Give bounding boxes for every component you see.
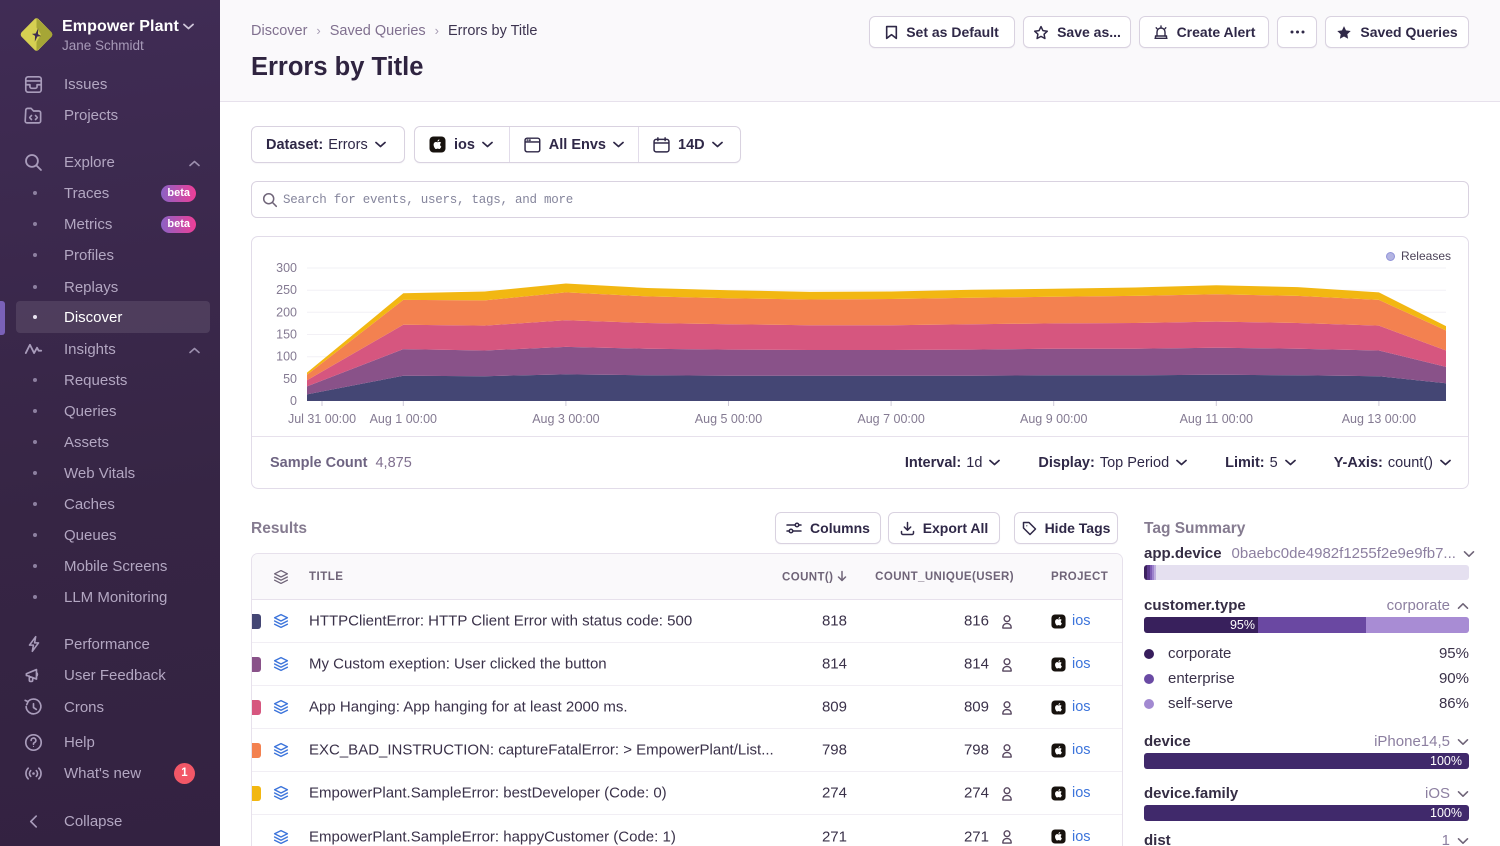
svg-text:150: 150 (276, 328, 297, 342)
svg-text:200: 200 (276, 305, 297, 319)
svg-text:Aug 9 00:00: Aug 9 00:00 (1020, 412, 1087, 426)
svg-text:Aug 13 00:00: Aug 13 00:00 (1342, 412, 1416, 426)
svg-text:250: 250 (276, 283, 297, 297)
svg-text:50: 50 (283, 372, 297, 386)
svg-text:Jul 31 00:00: Jul 31 00:00 (288, 412, 356, 426)
svg-text:0: 0 (290, 394, 297, 408)
svg-text:Aug 3 00:00: Aug 3 00:00 (532, 412, 599, 426)
svg-text:Aug 11 00:00: Aug 11 00:00 (1180, 412, 1253, 426)
svg-text:Aug 1 00:00: Aug 1 00:00 (370, 412, 437, 426)
svg-text:300: 300 (276, 261, 297, 275)
svg-text:Aug 5 00:00: Aug 5 00:00 (695, 412, 762, 426)
svg-text:Aug 7 00:00: Aug 7 00:00 (857, 412, 924, 426)
svg-text:100: 100 (276, 350, 297, 364)
